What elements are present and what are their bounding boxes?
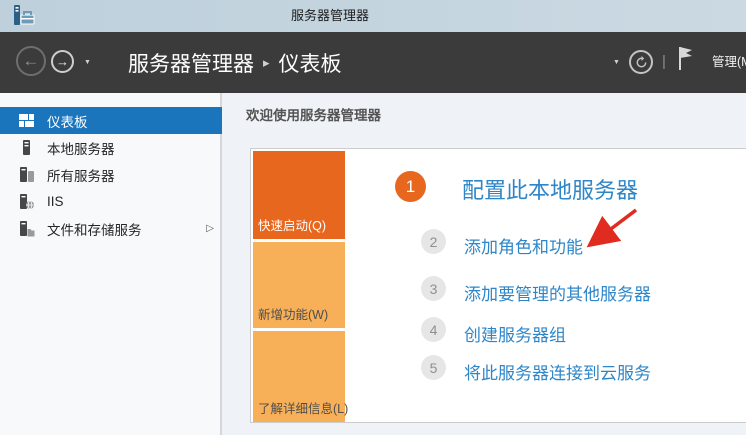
step-number: 2 — [430, 234, 438, 250]
step-5-badge: 5 — [421, 355, 446, 380]
window-title: 服务器管理器 — [0, 0, 660, 32]
red-annotation-arrow — [582, 203, 644, 253]
sidebar-nav: 仪表板 本地服务器 所有服务器 IIS 文件 — [0, 93, 222, 435]
back-arrow-icon: ← — [23, 51, 40, 71]
forward-button[interactable]: → — [51, 50, 74, 73]
step-2-badge: 2 — [421, 229, 446, 254]
breadcrumb-separator-icon: ▸ — [263, 55, 270, 71]
sidebar-item-label: 所有服务器 — [47, 165, 115, 185]
link-connect-to-cloud-services[interactable]: 将此服务器连接到云服务 — [464, 359, 651, 384]
refresh-icon — [635, 56, 648, 69]
sidebar-item-iis[interactable]: IIS — [0, 188, 222, 215]
sidebar-item-local-server[interactable]: 本地服务器 — [0, 134, 222, 161]
file-storage-services-icon — [18, 220, 35, 237]
step-1-badge: 1 — [395, 171, 426, 202]
welcome-heading: 欢迎使用服务器管理器 — [246, 104, 381, 124]
sidebar-item-dashboard[interactable]: 仪表板 — [0, 107, 222, 134]
manage-menu[interactable]: 管理(M) — [712, 32, 746, 93]
expand-chevron-icon[interactable]: ▷ — [206, 223, 214, 234]
tile-learn-more[interactable]: 了解详细信息(L) — [253, 331, 345, 422]
step-3-badge: 3 — [421, 276, 446, 301]
dashboard-content: 欢迎使用服务器管理器 快速启动(Q) 新增功能(W) 了解详细信息(L) 1 配… — [224, 93, 746, 435]
link-add-other-servers[interactable]: 添加要管理的其他服务器 — [464, 280, 651, 305]
refresh-button[interactable] — [629, 50, 653, 74]
tile-label: 快速启动(Q) — [253, 210, 331, 239]
step-number: 1 — [406, 177, 415, 197]
history-dropdown-caret-icon[interactable]: ▼ — [84, 59, 91, 66]
sidebar-item-label: IIS — [47, 194, 64, 209]
sidebar-item-label: 本地服务器 — [47, 138, 115, 158]
sidebar-item-label: 文件和存储服务 — [47, 219, 142, 239]
tile-label: 了解详细信息(L) — [253, 393, 353, 422]
dashboard-grid-icon — [18, 112, 35, 129]
breadcrumb-root[interactable]: 服务器管理器 — [128, 48, 254, 78]
breadcrumb: 服务器管理器 ▸ 仪表板 — [128, 32, 342, 93]
tile-label: 新增功能(W) — [253, 299, 333, 328]
link-create-server-group[interactable]: 创建服务器组 — [464, 321, 566, 346]
server-manager-window: { "window": { "title": "服务器管理器" }, "navb… — [0, 0, 746, 435]
sidebar-item-file-storage-services[interactable]: 文件和存储服务 ▷ — [0, 215, 222, 242]
link-add-roles-and-features[interactable]: 添加角色和功能 — [464, 233, 583, 258]
iis-server-icon — [18, 193, 35, 210]
sidebar-item-all-servers[interactable]: 所有服务器 — [0, 161, 222, 188]
back-button[interactable]: ← — [16, 46, 46, 76]
breadcrumb-current[interactable]: 仪表板 — [279, 48, 342, 78]
address-dropdown-caret-icon[interactable]: ▼ — [613, 59, 620, 66]
all-servers-icon — [18, 166, 35, 183]
link-configure-local-server[interactable]: 配置此本地服务器 — [462, 173, 638, 205]
notifications-flag-icon[interactable] — [676, 45, 694, 71]
step-4-badge: 4 — [421, 317, 446, 342]
tile-whats-new[interactable]: 新增功能(W) — [253, 242, 345, 328]
sidebar-item-label: 仪表板 — [47, 111, 88, 131]
tile-quick-start[interactable]: 快速启动(Q) — [253, 151, 345, 239]
title-bar: 服务器管理器 — [0, 0, 746, 32]
forward-arrow-icon: → — [56, 54, 69, 69]
step-number: 3 — [430, 281, 438, 297]
toolbar-divider: | — [662, 53, 666, 70]
step-number: 4 — [430, 322, 438, 338]
local-server-icon — [18, 139, 35, 156]
step-number: 5 — [430, 360, 438, 376]
navigation-bar: ← → ▼ 服务器管理器 ▸ 仪表板 ▼ | 管理(M) — [0, 32, 746, 93]
